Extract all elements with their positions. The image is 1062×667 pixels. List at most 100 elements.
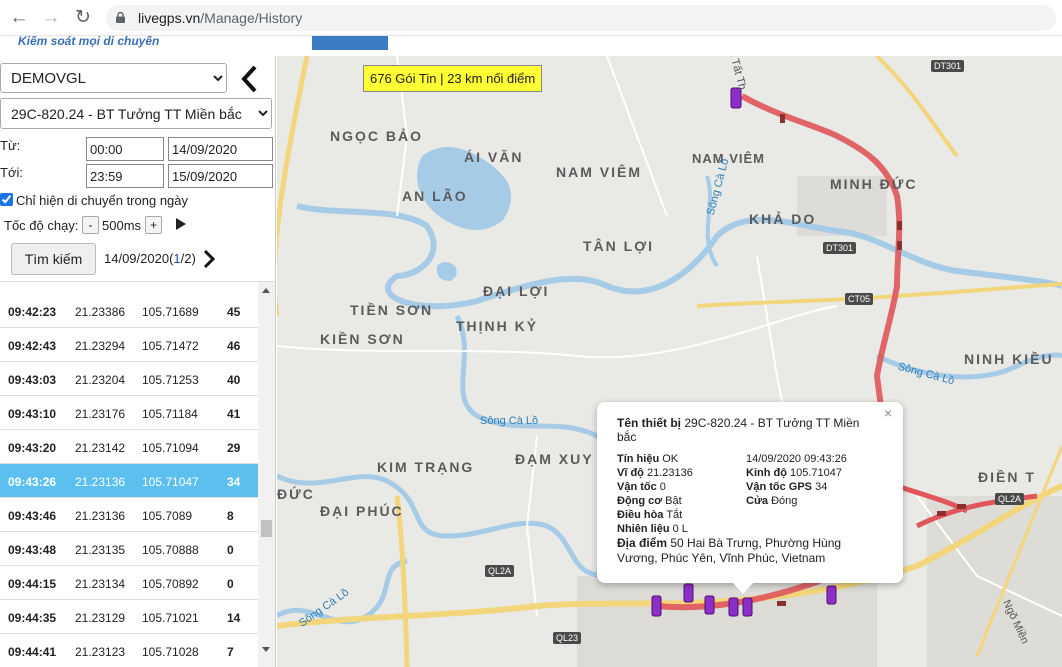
track-arrow-icon [897, 221, 902, 230]
only-moving-checkbox[interactable] [0, 193, 13, 206]
search-button[interactable]: Tìm kiếm [11, 243, 96, 275]
account-select[interactable]: DEMOVGL [0, 63, 227, 93]
vehicle-marker-icon[interactable] [704, 595, 715, 615]
scroll-thumb[interactable] [261, 520, 272, 537]
info-gps-speed-key: Vận tốc GPS [746, 481, 813, 493]
place-label: ĐẠM XUY [515, 451, 594, 467]
table-row[interactable]: 09:43:46 21.23136 105.7089 8 [0, 498, 258, 532]
place-label: KIỀN SƠN [320, 331, 405, 347]
from-date-input[interactable] [168, 137, 273, 161]
row-latitude: 21.23123 [75, 645, 126, 659]
table-row[interactable]: 09:43:26 21.23136 105.71047 34 [0, 464, 258, 498]
info-device: Tên thiết bị 29C-820.24 - BT Tưởng TT Mi… [617, 416, 877, 444]
road-label: DT301 [823, 242, 857, 254]
table-row[interactable]: 09:43:48 21.23135 105.70888 0 [0, 532, 258, 566]
road-label: QL2A [995, 493, 1025, 505]
collapse-panel-chevron-icon[interactable] [238, 64, 262, 94]
row-longitude: 105.71047 [142, 475, 199, 489]
info-signal: Tín hiệu OK [617, 453, 678, 465]
header-active-tab[interactable] [312, 36, 388, 50]
row-speed: 0 [227, 577, 234, 591]
page-current[interactable]: 1 [173, 251, 180, 266]
url-host: livegps.vn [138, 10, 201, 26]
page-total: /2) [180, 251, 196, 266]
vehicle-marker-icon[interactable] [742, 597, 753, 617]
row-speed: 14 [227, 611, 241, 625]
row-speed: 41 [227, 407, 241, 421]
table-row[interactable]: 09:44:15 21.23134 105.70892 0 [0, 566, 258, 600]
row-speed: 34 [227, 475, 241, 489]
river-label: Sông Cà Lồ [480, 415, 539, 427]
place-label: ĐỨC [277, 486, 315, 502]
place-label: ĐẠI PHÚC [320, 503, 404, 519]
row-time: 09:43:26 [8, 475, 57, 489]
reload-icon[interactable]: ↻ [72, 7, 94, 29]
row-speed: 45 [227, 305, 241, 319]
info-lat: Vĩ độ 21.23136 [617, 467, 693, 479]
row-longitude: 105.71094 [142, 441, 199, 455]
info-engine-value: Bật [665, 495, 682, 507]
row-longitude: 105.71689 [142, 305, 199, 319]
row-latitude: 21.23129 [75, 611, 126, 625]
info-engine-key: Động cơ [617, 495, 663, 507]
table-row[interactable]: 09:43:10 21.23176 105.71184 41 [0, 396, 258, 430]
row-time: 09:43:20 [8, 441, 57, 455]
back-arrow-icon[interactable]: ← [8, 7, 30, 29]
address-bar[interactable]: livegps.vn/Manage/History [106, 5, 1056, 31]
table-row[interactable]: 09:42:23 21.23386 105.71689 45 [0, 294, 258, 328]
info-lng: Kinh độ 105.71047 [746, 467, 842, 479]
road-label: QL23 [553, 632, 582, 644]
to-date-input[interactable] [168, 164, 273, 188]
vehicle-select[interactable]: 29C-820.24 - BT Tưởng TT Miền bắc [0, 98, 272, 129]
minor-road [606, 56, 668, 217]
place-label: TIỀN SƠN [350, 302, 434, 318]
forward-arrow-icon[interactable]: → [40, 7, 62, 29]
table-row[interactable]: 09:43:20 21.23142 105.71094 29 [0, 430, 258, 464]
info-window-tail [732, 582, 754, 594]
track-arrow-icon [957, 504, 966, 509]
info-fuel-value: 0 L [672, 523, 688, 535]
map-view[interactable]: 676 Gói Tin | 23 km nối điểm NGỌC BẢO ÁI… [277, 56, 1062, 667]
speed-decrease-button[interactable]: - [82, 216, 99, 234]
only-moving-label: Chỉ hiện di chuyển trong ngày [16, 193, 189, 208]
row-time: 09:43:10 [8, 407, 57, 421]
row-longitude: 105.71184 [142, 407, 198, 421]
site-tagline: Kiểm soát mọi di chuyển [18, 36, 160, 48]
vehicle-marker-icon[interactable] [728, 597, 739, 617]
history-rows: 09:42:23 21.23386 105.71689 45 09:42:43 21.23… [0, 294, 258, 667]
scroll-up-arrow-icon[interactable] [262, 288, 270, 293]
lake [436, 262, 457, 281]
table-row[interactable]: 09:44:41 21.23123 105.71028 7 [0, 634, 258, 667]
row-speed: 46 [227, 339, 241, 353]
track-summary-badge: 676 Gói Tin | 23 km nối điểm [363, 65, 543, 92]
vehicle-marker-icon[interactable] [683, 583, 694, 603]
speed-increase-button[interactable]: + [145, 216, 162, 234]
vehicle-marker-icon[interactable] [826, 585, 837, 605]
next-page-chevron-icon[interactable] [202, 249, 216, 269]
road-yellow [277, 56, 310, 316]
speed-value: 500ms [102, 218, 142, 233]
vehicle-marker-icon[interactable] [651, 595, 662, 617]
info-speed-key: Vận tốc [617, 481, 657, 493]
play-icon[interactable] [176, 218, 186, 230]
from-label: Từ: [0, 138, 21, 153]
speed-label: Tốc độ chạy: [4, 218, 79, 233]
to-time-input[interactable] [86, 164, 164, 188]
info-datetime: 14/09/2020 09:43:26 [746, 453, 847, 465]
info-address-key: Địa điểm [617, 536, 668, 550]
table-row[interactable]: 09:44:35 21.23129 105.71021 14 [0, 600, 258, 634]
table-row[interactable]: 09:42:43 21.23294 105.71472 46 [0, 328, 258, 362]
place-label: NAM VIÊM [556, 164, 642, 180]
place-label: ÁI VĂN [464, 149, 524, 165]
place-label: KHẢ DO [749, 211, 817, 227]
table-row[interactable]: 09:43:03 21.23204 105.71253 40 [0, 362, 258, 396]
table-scrollbar[interactable] [258, 282, 275, 667]
page-date: 14/09/2020( [104, 251, 174, 266]
scroll-down-arrow-icon[interactable] [262, 647, 270, 652]
place-label: NGỌC BẢO [330, 128, 423, 144]
row-longitude: 105.71253 [142, 373, 199, 387]
close-icon[interactable]: × [884, 405, 892, 421]
row-time: 09:43:46 [8, 509, 57, 523]
row-latitude: 21.23134 [75, 577, 126, 591]
from-time-input[interactable] [86, 137, 164, 161]
